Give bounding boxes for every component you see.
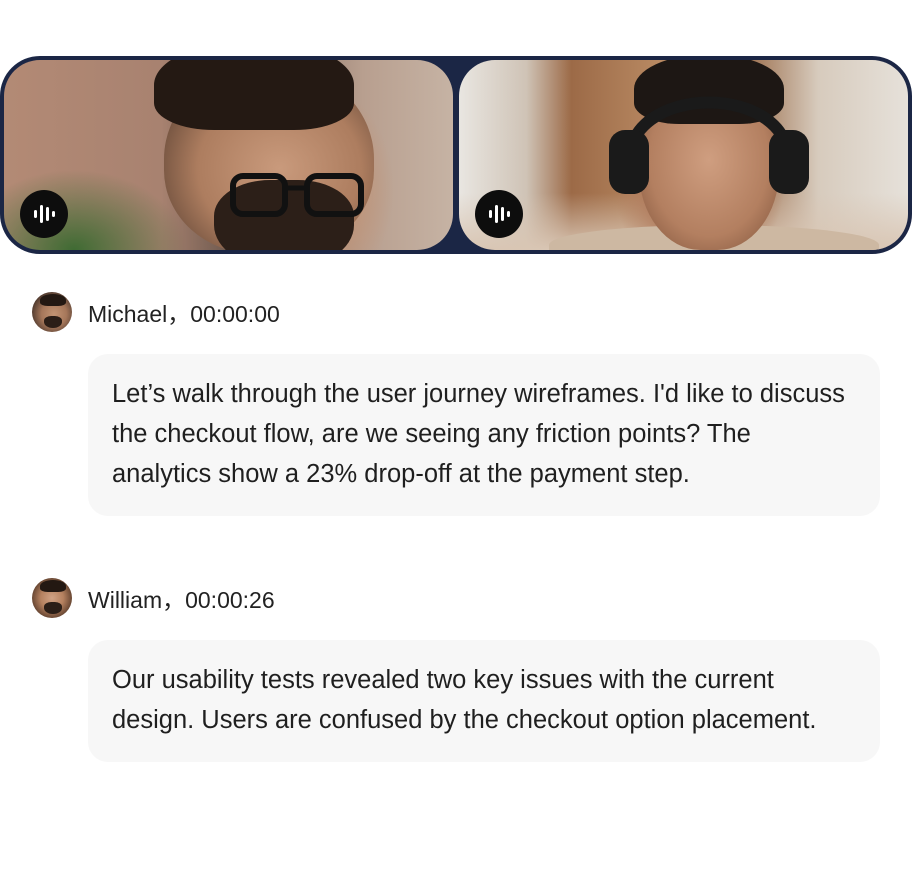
avatar-hair bbox=[40, 580, 66, 592]
avatar-beard bbox=[44, 316, 62, 328]
avatar[interactable] bbox=[32, 578, 72, 618]
avatar[interactable] bbox=[32, 292, 72, 332]
meeting-transcript-view: Michael，00:00:00 Let’s walk through the … bbox=[0, 0, 912, 880]
video-strip bbox=[0, 56, 912, 254]
transcript-entry-header: William，00:00:26 bbox=[32, 578, 275, 618]
glasses-graphic bbox=[230, 173, 364, 217]
headphones-graphic bbox=[609, 96, 809, 194]
audio-waveform-button[interactable] bbox=[475, 190, 523, 238]
video-tile-michael[interactable] bbox=[4, 60, 453, 250]
audio-waveform-icon bbox=[489, 205, 510, 223]
avatar-beard bbox=[44, 602, 62, 614]
transcript-entry-header: Michael，00:00:00 bbox=[32, 292, 280, 332]
message-bubble: Let’s walk through the user journey wire… bbox=[88, 354, 880, 516]
message-bubble: Our usability tests revealed two key iss… bbox=[88, 640, 880, 762]
avatar-hair bbox=[40, 294, 66, 306]
video-tile-william[interactable] bbox=[459, 60, 908, 250]
audio-waveform-icon bbox=[34, 205, 55, 223]
speaker-name-timestamp: William，00:00:26 bbox=[88, 587, 275, 613]
audio-waveform-button[interactable] bbox=[20, 190, 68, 238]
participant-hair bbox=[154, 60, 354, 130]
speaker-name-timestamp: Michael，00:00:00 bbox=[88, 301, 280, 327]
